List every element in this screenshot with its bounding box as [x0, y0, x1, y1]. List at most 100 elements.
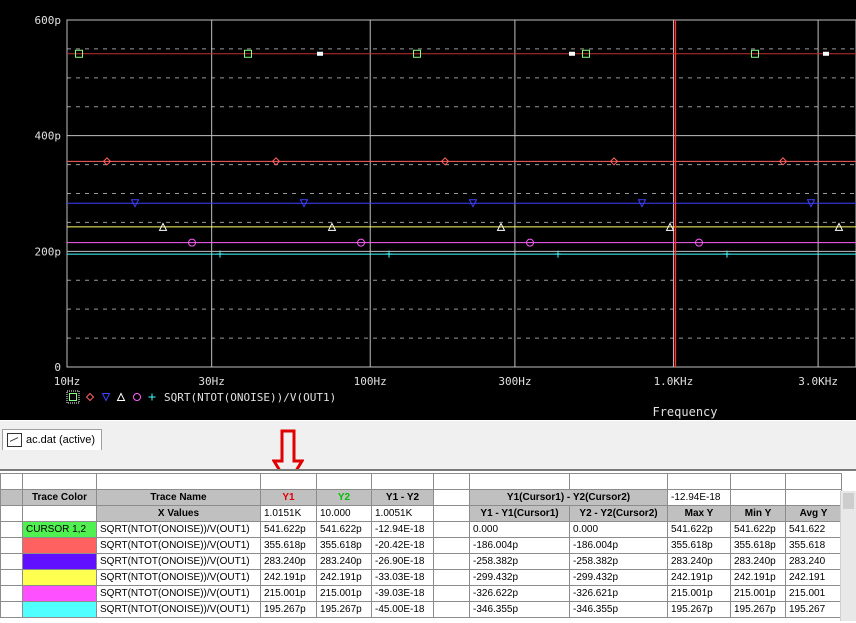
y-tick-label: 200p	[35, 245, 62, 258]
diff-cell: -26.90E-18	[371, 553, 434, 570]
trace-row[interactable]: SQRT(NTOT(ONOISE))/V(OUT1) 355.618p 355.61…	[0, 537, 842, 554]
min-y-cell: 541.622p	[730, 521, 786, 538]
probe-plot-window[interactable]: 600p 400p 200p 0 10Hz 30Hz 100Hz 300Hz 1.0KHz 3.0…	[0, 0, 856, 420]
legend-trace-expression: SQRT(NTOT(ONOISE))/V(OUT1)	[164, 391, 336, 404]
y2-cursor-delta-cell: -299.432p	[569, 569, 668, 586]
tab-ac-dat[interactable]: ac.dat (active)	[2, 429, 103, 450]
row-selector	[0, 569, 23, 586]
avg-y-cell: 215.001	[785, 585, 842, 602]
y1-cursor-delta-cell: -258.382p	[469, 553, 570, 570]
y-tick-label: 600p	[35, 14, 62, 27]
scrollbar-thumb[interactable]	[843, 493, 854, 509]
trace-row[interactable]: CURSOR 1,2 SQRT(NTOT(ONOISE))/V(OUT1) 541.…	[0, 521, 842, 538]
column-header-row: Trace Color Trace Name Y1 Y2 Y1 - Y2 Y1(…	[0, 489, 842, 506]
y2-cursor-delta-cell: -258.382p	[569, 553, 668, 570]
cursor-measurement-table: Trace Color Trace Name Y1 Y2 Y1 - Y2 Y1(…	[0, 469, 856, 623]
waveform-file-icon	[7, 433, 22, 447]
min-y-header: Min Y	[730, 505, 786, 522]
cursor-marker	[823, 51, 829, 56]
y1-cell: 242.191p	[260, 569, 317, 586]
x-value-diff: 1.0051K	[371, 505, 434, 522]
y1-header[interactable]: Y1	[260, 489, 317, 506]
row-selector	[0, 585, 23, 602]
row-selector	[0, 537, 23, 554]
y2-cursor-delta-cell: -326.621p	[569, 585, 668, 602]
y2-cursor-delta-cell: 0.000	[569, 521, 668, 538]
trace-color-swatch[interactable]	[22, 569, 97, 586]
y1-minus-y1cursor-header: Y1 - Y1(Cursor1)	[469, 505, 570, 522]
vertical-scrollbar[interactable]	[840, 491, 856, 621]
avg-y-cell: 195.267	[785, 601, 842, 618]
diff-cell: -33.03E-18	[371, 569, 434, 586]
y2-header[interactable]: Y2	[316, 489, 372, 506]
y1-cell: 541.622p	[260, 521, 317, 538]
x-tick-label: 30Hz	[198, 375, 225, 388]
trace-color-swatch[interactable]	[22, 601, 97, 618]
trace-name-cell: SQRT(NTOT(ONOISE))/V(OUT1)	[96, 585, 261, 602]
y1-cursor-delta-cell: -299.432p	[469, 569, 570, 586]
cursor-marker	[569, 51, 575, 56]
y-tick-label: 400p	[35, 130, 62, 143]
y2-cell: 195.267p	[316, 601, 372, 618]
trace-row[interactable]: SQRT(NTOT(ONOISE))/V(OUT1) 242.191p 242.19…	[0, 569, 842, 586]
trace-color-swatch[interactable]	[22, 537, 97, 554]
row-selector	[0, 601, 23, 618]
spacer-cell	[433, 569, 470, 586]
max-y-cell: 355.618p	[667, 537, 731, 554]
trace-name-cell: SQRT(NTOT(ONOISE))/V(OUT1)	[96, 569, 261, 586]
waveform-plot[interactable]: 600p 400p 200p 010Hz 30Hz 100Hz 300Hz 1.0KHz 3.0…	[0, 0, 856, 420]
y2-cell: 242.191p	[316, 569, 372, 586]
y2-cell: 541.622p	[316, 521, 372, 538]
min-y-cell: 195.267p	[730, 601, 786, 618]
trace-marker	[133, 393, 141, 401]
trace-color-swatch[interactable]: CURSOR 1,2	[22, 521, 97, 538]
diff-cell: -39.03E-18	[371, 585, 434, 602]
measurement-grid: Trace Color Trace Name Y1 Y2 Y1 - Y2 Y1(…	[0, 473, 842, 618]
trace-row[interactable]: SQRT(NTOT(ONOISE))/V(OUT1) 195.267p 195.26…	[0, 601, 842, 618]
spacer-cell	[433, 601, 470, 618]
legend-focus-box	[66, 390, 80, 404]
x-tick-label: 300Hz	[498, 375, 531, 388]
y2-cursor-delta-cell: -186.004p	[569, 537, 668, 554]
cursor-diff-header: Y1(Cursor1) - Y2(Cursor2)	[469, 489, 668, 506]
min-y-cell: 355.618p	[730, 537, 786, 554]
trace-row[interactable]: SQRT(NTOT(ONOISE))/V(OUT1) 283.240p 283.24…	[0, 553, 842, 570]
trace-marker	[85, 392, 95, 402]
trace-color-swatch[interactable]	[22, 585, 97, 602]
avg-y-header: Avg Y	[785, 505, 842, 522]
y1-cursor-delta-cell: 0.000	[469, 521, 570, 538]
x-tick-label: 10Hz	[54, 375, 81, 388]
y2-minus-y2cursor-header: Y2 - Y2(Cursor2)	[569, 505, 668, 522]
spacer-cell	[433, 537, 470, 554]
max-y-cell: 215.001p	[667, 585, 731, 602]
diff-cell: -20.42E-18	[371, 537, 434, 554]
row-selector	[0, 553, 23, 570]
min-y-cell: 215.001p	[730, 585, 786, 602]
max-y-header: Max Y	[667, 505, 731, 522]
avg-y-cell: 242.191	[785, 569, 842, 586]
trace-name-cell: SQRT(NTOT(ONOISE))/V(OUT1)	[96, 553, 261, 570]
y1-cursor-delta-cell: -346.355p	[469, 601, 570, 618]
y1-cell: 355.618p	[260, 537, 317, 554]
avg-y-cell: 541.622	[785, 521, 842, 538]
y1-cell: 283.240p	[260, 553, 317, 570]
y1-cursor-delta-cell: -186.004p	[469, 537, 570, 554]
x-value-y1: 1.0151K	[260, 505, 317, 522]
x-tick-label: 1.0KHz	[654, 375, 694, 388]
y1-cell: 195.267p	[260, 601, 317, 618]
tab-bar: ac.dat (active)	[0, 420, 856, 456]
y-tick-label: 0	[54, 361, 61, 374]
min-y-cell: 242.191p	[730, 569, 786, 586]
trace-color-swatch[interactable]	[22, 553, 97, 570]
row-selector	[0, 521, 23, 538]
y2-cell: 283.240p	[316, 553, 372, 570]
tab-label: ac.dat (active)	[26, 434, 96, 446]
y2-cell: 355.618p	[316, 537, 372, 554]
trace-name-cell: SQRT(NTOT(ONOISE))/V(OUT1)	[96, 601, 261, 618]
x-values-header: X Values	[96, 505, 261, 522]
diff-cell: -12.94E-18	[371, 521, 434, 538]
y2-cursor-delta-cell: -346.355p	[569, 601, 668, 618]
trace-row[interactable]: SQRT(NTOT(ONOISE))/V(OUT1) 215.001p 215.00…	[0, 585, 842, 602]
avg-y-cell: 283.240	[785, 553, 842, 570]
x-tick-label: 3.0KHz	[798, 375, 838, 388]
